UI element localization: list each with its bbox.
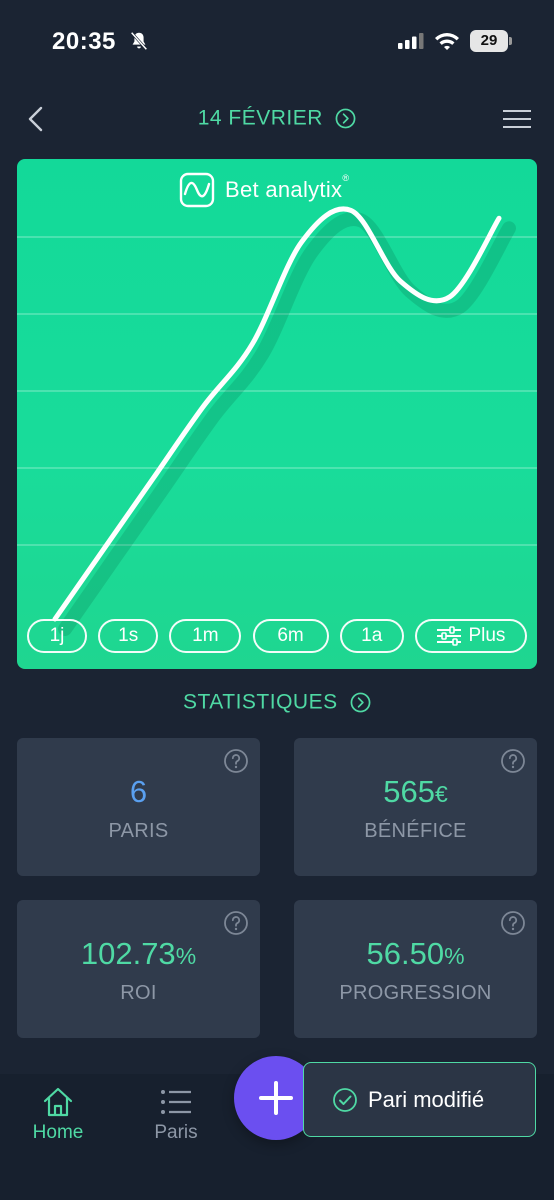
home-icon	[43, 1087, 73, 1117]
brand-registered-mark: ®	[342, 173, 350, 183]
signal-icon	[398, 33, 424, 49]
stat-value: 565€	[383, 774, 448, 809]
stat-label: PARIS	[108, 820, 169, 842]
period-1s-button[interactable]: 1s	[98, 619, 159, 653]
statistics-title: STATISTIQUES	[183, 690, 338, 714]
period-1j-button[interactable]: 1j	[27, 619, 87, 653]
help-icon[interactable]	[223, 748, 249, 774]
stat-card-roi[interactable]: 102.73% ROI	[17, 900, 260, 1038]
chart-grid	[17, 236, 537, 546]
period-1a-button[interactable]: 1a	[339, 619, 404, 653]
nav-home[interactable]: Home	[13, 1086, 103, 1144]
period-6m-button[interactable]: 6m	[252, 619, 329, 653]
help-icon[interactable]	[223, 910, 249, 936]
toast-text: Pari modifié	[368, 1086, 485, 1112]
more-filters-label: Plus	[468, 625, 506, 646]
stat-value: 102.73%	[80, 936, 197, 971]
help-icon[interactable]	[500, 748, 526, 774]
nav-bets-label: Paris	[154, 1122, 198, 1143]
chart-line-shadow	[58, 212, 516, 636]
brand-text: Bet analytix	[225, 177, 343, 202]
chevron-circle-icon	[335, 108, 356, 129]
stat-value: 56.50%	[366, 936, 465, 971]
stat-label: BÉNÉFICE	[364, 820, 467, 842]
more-filters-button[interactable]: Plus	[414, 619, 527, 653]
brand: Bet analytix®	[179, 171, 349, 209]
stat-card-bets[interactable]: 6 PARIS	[17, 738, 260, 876]
chart-card: Bet analytix® 1j 1s 1m 6m 1a Plus	[17, 159, 537, 669]
period-1m-button[interactable]: 1m	[169, 619, 242, 653]
menu-icon[interactable]	[500, 104, 534, 134]
list-icon	[161, 1090, 191, 1114]
statistics-link[interactable]: STATISTIQUES	[0, 690, 554, 714]
status-bar: 20:35 29	[0, 0, 554, 80]
date-label: 14 FÉVRIER	[197, 106, 323, 130]
stat-value: 6	[129, 774, 148, 809]
stat-label: PROGRESSION	[339, 982, 492, 1004]
date-selector[interactable]: 14 FÉVRIER	[0, 106, 554, 130]
analytics-logo-icon	[179, 172, 215, 208]
plus-icon	[259, 1081, 293, 1115]
header: 14 FÉVRIER	[0, 96, 554, 142]
stat-label: ROI	[120, 982, 157, 1004]
help-icon[interactable]	[500, 910, 526, 936]
wifi-icon	[435, 33, 459, 50]
bell-off-icon	[130, 31, 148, 51]
line-chart	[17, 206, 537, 636]
brand-name: Bet analytix®	[225, 173, 349, 203]
nav-home-label: Home	[32, 1122, 84, 1143]
stat-card-progression[interactable]: 56.50% PROGRESSION	[294, 900, 537, 1038]
nav-bets[interactable]: Paris	[131, 1086, 221, 1144]
check-circle-icon	[333, 1087, 357, 1112]
toast-notification: Pari modifié	[303, 1062, 536, 1137]
chevron-circle-icon	[350, 692, 371, 713]
period-selector: 1j 1s 1m 6m 1a Plus	[27, 619, 527, 653]
battery-indicator: 29	[470, 30, 512, 52]
status-time: 20:35	[52, 28, 116, 55]
sliders-icon	[437, 626, 462, 646]
stat-card-profit[interactable]: 565€ BÉNÉFICE	[294, 738, 537, 876]
